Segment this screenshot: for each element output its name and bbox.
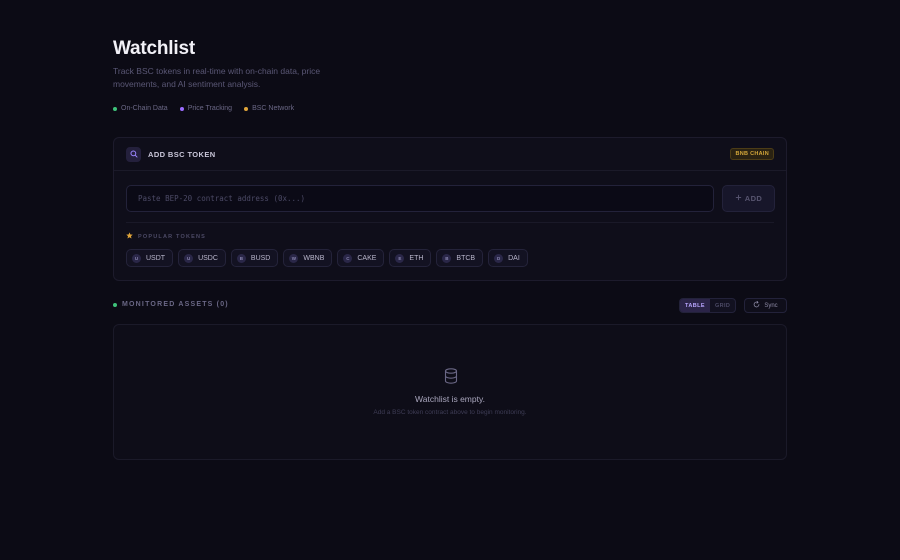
token-icon: D — [494, 253, 504, 263]
empty-state-subtitle: Add a BSC token contract above to begin … — [373, 409, 527, 416]
feature-label: On-Chain Data — [121, 105, 168, 112]
add-token-form: ADD — [126, 185, 775, 212]
view-table-button[interactable]: TABLE — [680, 299, 710, 312]
status-dot — [113, 106, 117, 111]
token-chip-eth[interactable]: E ETH — [389, 249, 432, 267]
add-token-card: ADD BSC TOKEN BNB CHAIN ADD — [113, 137, 787, 281]
view-toggle: TABLE GRID — [679, 298, 737, 313]
page-title: Watchlist — [113, 38, 195, 59]
feature-bsc-network: BSC Network — [244, 105, 294, 112]
token-chip-btcb[interactable]: B BTCB — [436, 249, 484, 267]
token-icon: W — [289, 253, 299, 263]
token-chip-busd[interactable]: B BUSD — [230, 249, 279, 267]
token-chip-dai[interactable]: D DAI — [488, 249, 528, 267]
contract-address-input[interactable] — [126, 185, 714, 212]
token-symbol: WBNB — [303, 254, 325, 262]
token-icon: U — [132, 253, 141, 263]
token-icon: B — [236, 253, 246, 263]
star-icon — [126, 232, 133, 241]
status-dot — [179, 106, 184, 111]
token-symbol: USDT — [146, 254, 166, 262]
add-token-header: ADD BSC TOKEN BNB CHAIN — [114, 138, 786, 171]
sync-button[interactable]: Sync — [744, 298, 787, 313]
status-dot — [244, 106, 249, 111]
feature-on-chain-data: On-Chain Data — [113, 105, 168, 112]
popular-token-list: U USDT U USDC B BUSD W WBNB C CAKE E ETH — [126, 249, 528, 267]
token-symbol: DAI — [508, 254, 520, 262]
sync-label: Sync — [764, 302, 778, 309]
add-button-label: ADD — [744, 194, 763, 203]
empty-watchlist-panel: Watchlist is empty. Add a BSC token cont… — [113, 324, 787, 460]
plus-icon — [735, 194, 742, 203]
feature-label: Price Tracking — [187, 105, 233, 112]
popular-tokens-label: POPULAR TOKENS — [126, 232, 206, 241]
token-chip-wbnb[interactable]: W WBNB — [283, 249, 333, 267]
token-chip-usdt[interactable]: U USDT — [126, 249, 174, 267]
status-dot — [113, 302, 117, 307]
token-chip-usdc[interactable]: U USDC — [178, 249, 226, 267]
monitored-assets-text: MONITORED ASSETS (0) — [122, 301, 229, 308]
view-grid-button[interactable]: GRID — [710, 299, 735, 312]
token-symbol: ETH — [409, 254, 424, 262]
page-subtitle: Track BSC tokens in real-time with on-ch… — [113, 66, 321, 89]
empty-state-title: Watchlist is empty. — [415, 394, 485, 404]
add-token-button[interactable]: ADD — [722, 185, 775, 212]
token-icon: C — [343, 253, 353, 263]
token-chip-cake[interactable]: C CAKE — [337, 249, 385, 267]
token-symbol: BTCB — [456, 254, 476, 262]
database-icon — [444, 368, 458, 389]
watchlist-page: Watchlist Track BSC tokens in real-time … — [0, 0, 900, 560]
token-icon: U — [184, 253, 194, 263]
token-icon: B — [442, 253, 452, 263]
token-symbol: CAKE — [357, 254, 377, 262]
add-token-title: ADD BSC TOKEN — [148, 149, 216, 159]
token-symbol: USDC — [198, 254, 218, 262]
feature-label: BSC Network — [252, 105, 295, 112]
chain-badge: BNB CHAIN — [730, 148, 774, 160]
feature-list: On-Chain Data Price Tracking BSC Network — [113, 105, 294, 112]
monitored-assets-label: MONITORED ASSETS (0) — [113, 301, 229, 308]
search-icon — [126, 146, 141, 162]
token-symbol: BUSD — [250, 254, 271, 262]
refresh-icon — [753, 301, 760, 310]
feature-price-tracking: Price Tracking — [179, 105, 233, 112]
popular-tokens-text: POPULAR TOKENS — [138, 233, 207, 240]
token-icon: E — [395, 253, 405, 263]
divider — [126, 222, 774, 223]
